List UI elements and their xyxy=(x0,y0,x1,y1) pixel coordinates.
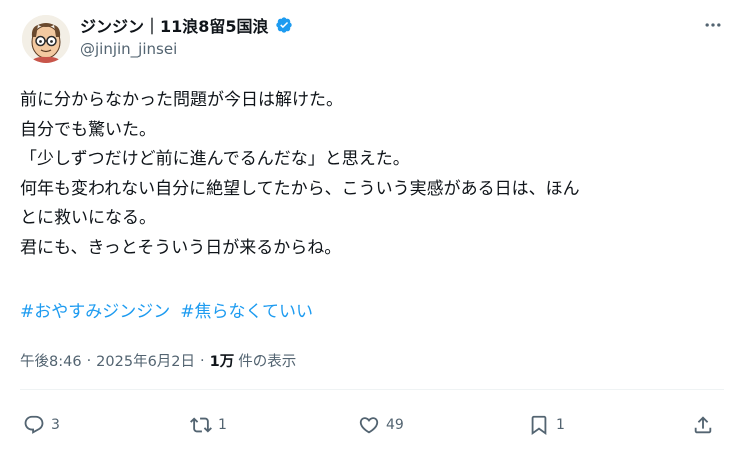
like-button[interactable]: 49 xyxy=(358,410,404,440)
reply-count: 3 xyxy=(51,417,60,433)
tweet-date[interactable]: 2025年6月2日 xyxy=(96,350,195,371)
author-avatar[interactable] xyxy=(22,15,70,63)
tweet-line: とに救いになる。 xyxy=(20,208,156,228)
more-horizontal-icon xyxy=(705,23,721,27)
hashtag-link[interactable]: #おやすみジンジン xyxy=(20,302,170,322)
tweet-line: 君にも、きっとそういう日が来るからね。 xyxy=(20,237,342,258)
hashtag-list: #おやすみジンジン #焦らなくていい xyxy=(20,297,323,327)
tweet-time[interactable]: 午後8:46 xyxy=(20,350,82,371)
bookmark-count: 1 xyxy=(556,417,565,433)
action-bar: 3 1 49 1 xyxy=(20,410,724,440)
tweet-line: 何年も変われない自分に絶望してたから、こういう実感がある日は、ほん xyxy=(20,178,580,199)
more-options-button[interactable] xyxy=(702,14,724,36)
author-handle[interactable]: @jinjin_jinsei xyxy=(80,40,177,58)
meta-separator: · xyxy=(86,352,92,369)
divider xyxy=(20,389,724,390)
retweet-button[interactable]: 1 xyxy=(190,410,227,440)
tweet-line: 前に分からなかった問題が今日は解けた。 xyxy=(20,90,343,110)
cartoon-man-glasses-avatar-icon xyxy=(22,15,70,63)
reply-button[interactable]: 3 xyxy=(23,410,60,440)
like-count: 49 xyxy=(386,417,404,433)
tweet-line: 「少しずつだけど前に進んでるんだな」と思えた。 xyxy=(20,149,410,169)
meta-separator: · xyxy=(200,352,205,369)
author-name-row: ジンジン｜11浪8留5国浪 xyxy=(80,13,293,37)
bookmark-button[interactable]: 1 xyxy=(528,410,565,440)
views-count: 1万 xyxy=(209,354,235,370)
views-label: 件の表示 xyxy=(238,354,297,370)
hashtag-link[interactable]: #焦らなくていい xyxy=(180,302,313,322)
author-display-name[interactable]: ジンジン｜11浪8留5国浪 xyxy=(80,13,269,37)
retweet-icon xyxy=(190,417,212,433)
tweet-line: 自分でも驚いた。 xyxy=(20,119,156,140)
verified-badge-icon[interactable] xyxy=(275,16,293,34)
share-button[interactable] xyxy=(692,410,714,440)
tweet-text: 前に分からなかった問題が今日は解けた。 自分でも驚いた。 「少しずつだけど前に進… xyxy=(20,86,725,263)
heart-icon xyxy=(359,417,379,434)
share-icon xyxy=(694,416,712,434)
reply-icon xyxy=(24,415,44,434)
retweet-count: 1 xyxy=(218,417,227,433)
bookmark-icon xyxy=(531,415,547,436)
tweet-meta: 午後8:46 · 2025年6月2日 · 1万 件の表示 xyxy=(20,350,296,371)
